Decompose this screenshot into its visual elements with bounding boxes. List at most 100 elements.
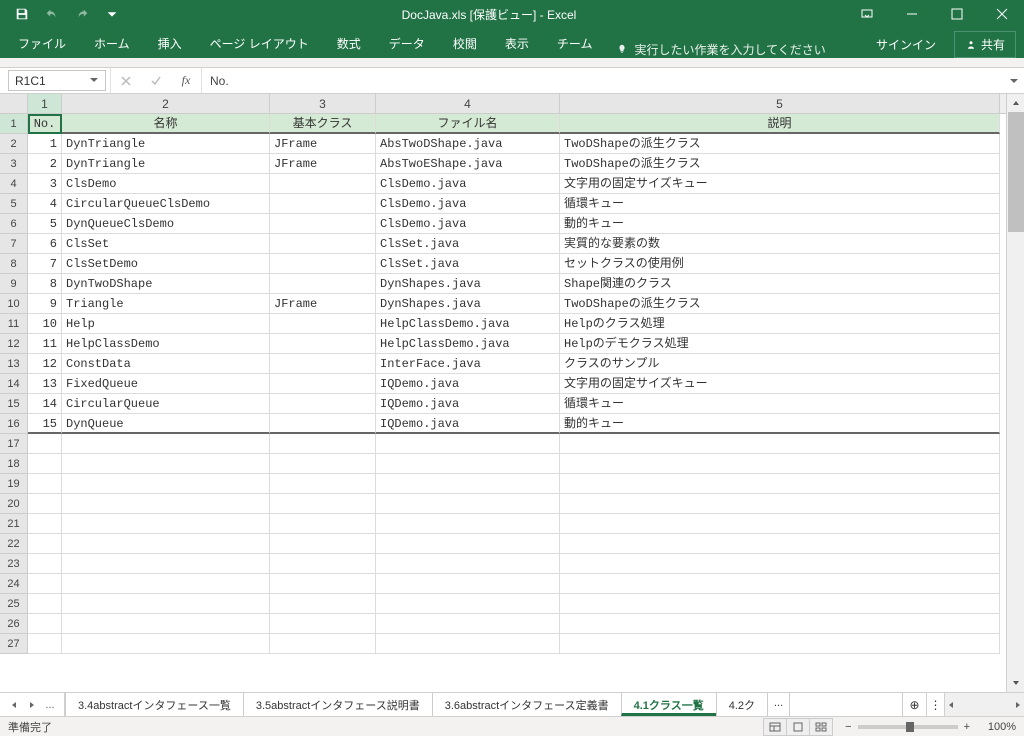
cell[interactable] <box>62 554 270 574</box>
sheet-tab-active[interactable]: 4.1クラス一覧 <box>621 693 717 716</box>
cell[interactable]: Help <box>62 314 270 334</box>
cell[interactable] <box>376 574 560 594</box>
cell[interactable]: DynTriangle <box>62 134 270 154</box>
cell[interactable]: ClsSet.java <box>376 234 560 254</box>
sheet-tab[interactable]: 4.2ク <box>716 693 768 716</box>
row-header[interactable]: 26 <box>0 614 28 634</box>
cell[interactable]: Triangle <box>62 294 270 314</box>
cell[interactable] <box>376 614 560 634</box>
cell[interactable] <box>270 634 376 654</box>
cell[interactable] <box>28 594 62 614</box>
cell[interactable]: ClsDemo.java <box>376 174 560 194</box>
cell[interactable]: InterFace.java <box>376 354 560 374</box>
cell[interactable]: JFrame <box>270 294 376 314</box>
cell[interactable]: 2 <box>28 154 62 174</box>
cell[interactable] <box>270 394 376 414</box>
cell[interactable] <box>62 574 270 594</box>
zoom-percentage[interactable]: 100% <box>976 721 1016 733</box>
scrollbar-thumb[interactable] <box>1008 112 1024 232</box>
zoom-slider[interactable] <box>858 725 958 729</box>
cell[interactable]: JFrame <box>270 154 376 174</box>
tab-insert[interactable]: 挿入 <box>144 30 196 58</box>
cell[interactable]: 動的キュー <box>560 414 1000 434</box>
cell[interactable] <box>62 454 270 474</box>
zoom-in-button[interactable]: + <box>964 721 970 733</box>
enter-button[interactable] <box>141 68 171 94</box>
cell[interactable] <box>270 234 376 254</box>
cell[interactable]: IQDemo.java <box>376 374 560 394</box>
cell[interactable] <box>270 494 376 514</box>
column-header[interactable]: 2 <box>62 94 270 113</box>
cell[interactable]: DynTwoDShape <box>62 274 270 294</box>
row-header[interactable]: 5 <box>0 194 28 214</box>
cell[interactable]: DynShapes.java <box>376 294 560 314</box>
cell[interactable]: No. <box>28 114 62 134</box>
row-header[interactable]: 19 <box>0 474 28 494</box>
cell[interactable]: 3 <box>28 174 62 194</box>
row-header[interactable]: 23 <box>0 554 28 574</box>
cell[interactable] <box>560 554 1000 574</box>
cell[interactable]: ClsDemo.java <box>376 194 560 214</box>
signin-button[interactable]: サインイン <box>868 32 944 57</box>
cell[interactable]: CircularQueueClsDemo <box>62 194 270 214</box>
row-header[interactable]: 2 <box>0 134 28 154</box>
cell[interactable] <box>62 614 270 634</box>
undo-button[interactable] <box>38 1 66 27</box>
cell[interactable]: HelpClassDemo.java <box>376 314 560 334</box>
cell[interactable]: 5 <box>28 214 62 234</box>
cell[interactable] <box>28 514 62 534</box>
cell[interactable] <box>376 434 560 454</box>
column-header[interactable]: 3 <box>270 94 376 113</box>
sheet-tab[interactable]: 3.6abstractインタフェース定義書 <box>432 693 622 716</box>
cell[interactable] <box>376 474 560 494</box>
cell[interactable]: DynQueueClsDemo <box>62 214 270 234</box>
cell[interactable] <box>560 634 1000 654</box>
cell[interactable] <box>28 454 62 474</box>
cell[interactable] <box>560 614 1000 634</box>
cell[interactable]: 実質的な要素の数 <box>560 234 1000 254</box>
sheet-ellipsis-tab[interactable]: ... <box>767 693 790 716</box>
row-header[interactable]: 6 <box>0 214 28 234</box>
cell[interactable] <box>376 594 560 614</box>
cell[interactable] <box>62 494 270 514</box>
row-header[interactable]: 1 <box>0 114 28 134</box>
cell[interactable] <box>28 574 62 594</box>
expand-formula-bar-button[interactable] <box>1004 68 1024 93</box>
cell[interactable] <box>560 454 1000 474</box>
cell[interactable]: DynShapes.java <box>376 274 560 294</box>
cell[interactable] <box>28 614 62 634</box>
cell[interactable] <box>270 174 376 194</box>
row-header[interactable]: 18 <box>0 454 28 474</box>
cell[interactable]: 9 <box>28 294 62 314</box>
cell[interactable]: 説明 <box>560 114 1000 134</box>
cell[interactable]: 4 <box>28 194 62 214</box>
cell[interactable]: Helpのデモクラス処理 <box>560 334 1000 354</box>
cell[interactable] <box>62 514 270 534</box>
tab-pagelayout[interactable]: ページ レイアウト <box>196 30 323 58</box>
cell[interactable]: JFrame <box>270 134 376 154</box>
zoom-out-button[interactable]: − <box>845 721 851 733</box>
cell[interactable]: ClsSet.java <box>376 254 560 274</box>
cell[interactable] <box>376 634 560 654</box>
sheet-next-button[interactable] <box>24 694 40 716</box>
normal-view-button[interactable] <box>763 718 787 736</box>
cell[interactable]: 6 <box>28 234 62 254</box>
cell[interactable] <box>270 434 376 454</box>
cell[interactable] <box>560 514 1000 534</box>
sheet-tab[interactable]: 3.5abstractインタフェース説明書 <box>243 693 433 716</box>
cell[interactable] <box>62 634 270 654</box>
row-header[interactable]: 14 <box>0 374 28 394</box>
cell[interactable] <box>270 354 376 374</box>
ribbon-options-button[interactable] <box>844 0 889 28</box>
cell[interactable] <box>376 554 560 574</box>
cell[interactable]: ファイル名 <box>376 114 560 134</box>
cell[interactable]: DynTriangle <box>62 154 270 174</box>
qat-customize-button[interactable] <box>98 1 126 27</box>
cell[interactable]: 1 <box>28 134 62 154</box>
cell[interactable] <box>270 614 376 634</box>
cell[interactable] <box>270 534 376 554</box>
cell[interactable]: CircularQueue <box>62 394 270 414</box>
tab-data[interactable]: データ <box>375 30 439 58</box>
row-header[interactable]: 22 <box>0 534 28 554</box>
cell[interactable]: ClsSet <box>62 234 270 254</box>
